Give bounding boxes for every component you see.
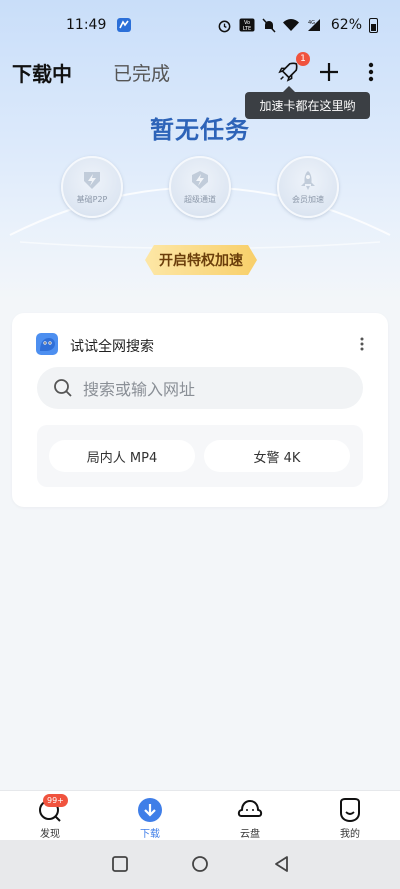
feature-super-channel-badge: 超级通道: [169, 156, 231, 218]
more-options-button[interactable]: [357, 58, 385, 86]
nav-download[interactable]: 下载: [120, 797, 180, 840]
bird-logo-icon: [36, 333, 58, 355]
bottom-nav: 99+ 发现 下载 云盘 我的: [0, 790, 400, 840]
alarm-icon: [218, 20, 231, 32]
download-icon: [138, 798, 162, 822]
web-search-card: 试试全网搜索 搜索或输入网址 局内人 MP4 女警 4K: [12, 313, 388, 507]
search-suggestions: 局内人 MP4 女警 4K: [37, 425, 363, 487]
top-toolbar: 下载中 已完成 1: [0, 52, 400, 92]
battery-percent: 62%: [330, 17, 362, 33]
nav-discover[interactable]: 99+ 发现: [20, 794, 80, 840]
signal-4g-icon: 4G: [307, 19, 320, 31]
app-notification-icon: [117, 18, 132, 32]
feature-vip-badge: 会员加速: [277, 156, 339, 218]
svg-text:4G: 4G: [308, 20, 315, 26]
super-channel-icon: [192, 171, 208, 189]
battery-icon: [369, 17, 378, 33]
nav-cloud[interactable]: 云盘: [220, 797, 280, 840]
discover-badge: 99+: [43, 794, 68, 807]
tab-completed[interactable]: 已完成: [113, 59, 170, 86]
suggestion-chip[interactable]: 局内人 MP4: [49, 440, 195, 472]
card-title: 试试全网搜索: [70, 339, 154, 355]
feature-super-channel: 超级通道: [165, 156, 235, 218]
status-time: 11:49: [66, 17, 107, 33]
vip-rocket-icon: [301, 171, 315, 190]
system-nav-bar: [0, 840, 400, 889]
more-vertical-icon: [360, 337, 364, 351]
feature-p2p: 基础P2P: [57, 156, 127, 218]
tab-downloading[interactable]: 下载中: [12, 58, 72, 87]
svg-text:LTE: LTE: [243, 26, 251, 32]
status-bar: 11:49 Vo LTE 4G 62%: [0, 0, 400, 50]
more-vertical-icon: [368, 62, 374, 82]
plus-icon: [320, 63, 338, 81]
search-icon: [54, 379, 72, 397]
p2p-lightning-icon: [84, 172, 100, 189]
volte-icon: Vo LTE: [239, 18, 255, 32]
status-icons: Vo LTE 4G 62%: [217, 17, 378, 33]
feature-vip: 会员加速: [273, 156, 343, 218]
mute-icon: [262, 17, 276, 33]
nav-profile[interactable]: 我的: [320, 797, 380, 840]
enable-vip-speedup-button[interactable]: 开启特权加速: [145, 245, 257, 275]
speedup-rocket-button[interactable]: 1: [274, 52, 310, 86]
wifi-icon: [282, 18, 299, 31]
home-icon[interactable]: [190, 854, 210, 874]
card-more-button[interactable]: [356, 335, 368, 355]
rocket-badge: 1: [296, 52, 310, 66]
rocket-icon: [278, 62, 298, 82]
empty-state-title: 暂无任务: [150, 116, 250, 144]
back-icon[interactable]: [272, 854, 292, 874]
add-task-button[interactable]: [315, 58, 343, 86]
cloud-icon: [237, 800, 263, 817]
recent-apps-icon[interactable]: [110, 854, 130, 874]
feature-p2p-badge: 基础P2P: [61, 156, 123, 218]
search-placeholder: 搜索或输入网址: [83, 380, 196, 399]
search-input[interactable]: 搜索或输入网址: [37, 367, 363, 409]
profile-icon: [340, 798, 360, 823]
suggestion-chip[interactable]: 女警 4K: [204, 440, 350, 472]
